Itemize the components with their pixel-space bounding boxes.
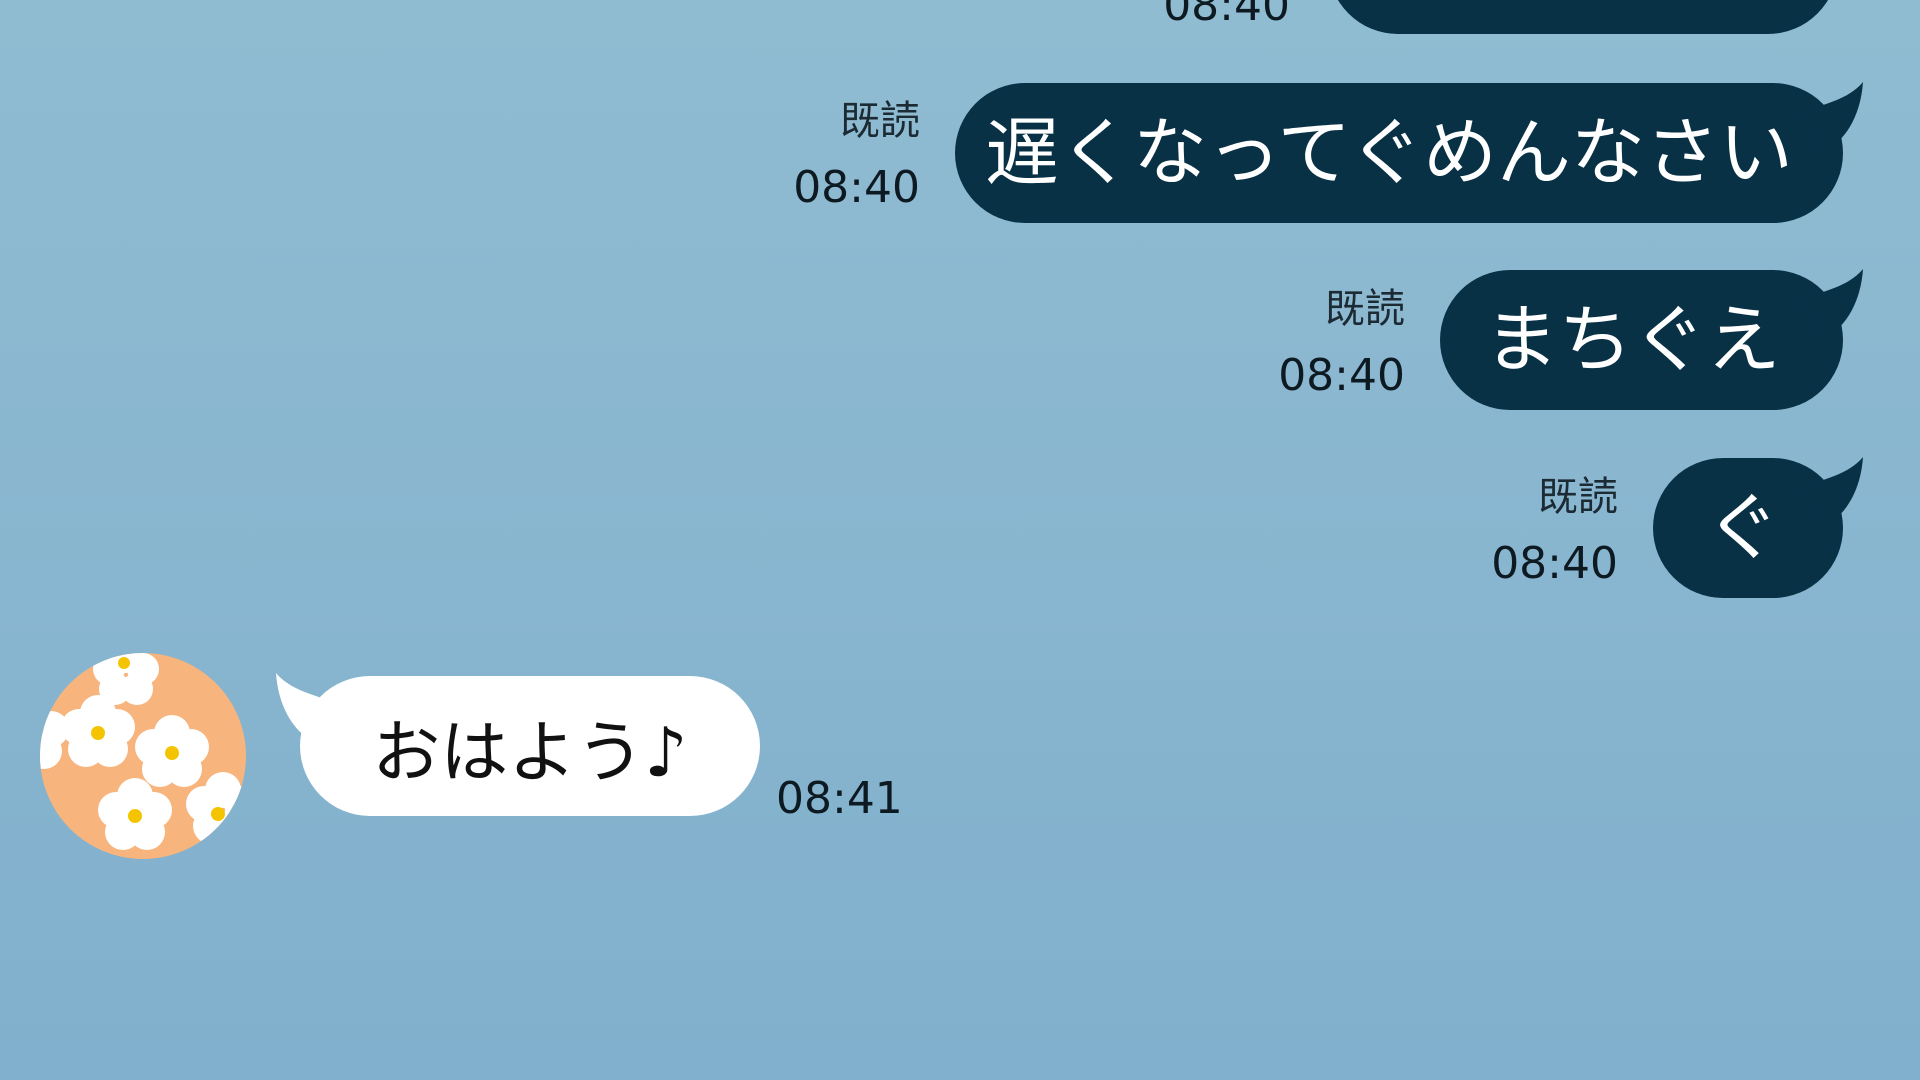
message-time: 08:40 (793, 162, 920, 213)
message-text: おはよう♪ (372, 713, 688, 793)
partial-message-time: 08:40 (1163, 0, 1290, 31)
message-text: 遅くなってぐめんなさい (984, 110, 1794, 196)
read-receipt: 既読 (1325, 286, 1405, 332)
bubble-tail-icon (1803, 269, 1863, 339)
bubble-tail-icon (1803, 457, 1863, 527)
outgoing-message-bubble[interactable]: 遅くなってぐめんなさい (955, 83, 1843, 223)
message-time: 08:40 (1278, 350, 1405, 401)
chat-area[interactable]: 08:40 既読 08:40 遅くなってぐめんなさい 既読 08:40 まちぐえ… (0, 0, 1920, 1080)
contact-avatar[interactable] (40, 653, 246, 859)
message-time: 08:40 (1491, 538, 1618, 589)
message-time: 08:41 (776, 773, 903, 824)
flower-avatar-icon (40, 653, 246, 859)
read-receipt: 既読 (1538, 474, 1618, 520)
read-receipt: 既読 (840, 98, 920, 144)
message-text: まちぐえ (1484, 297, 1781, 383)
incoming-message-bubble[interactable]: おはよう♪ (300, 676, 760, 816)
bubble-tail-icon (1803, 82, 1863, 152)
message-text: ぐ (1706, 485, 1780, 571)
partial-message-bubble[interactable] (1328, 0, 1838, 34)
outgoing-message-bubble[interactable]: まちぐえ (1440, 270, 1843, 410)
